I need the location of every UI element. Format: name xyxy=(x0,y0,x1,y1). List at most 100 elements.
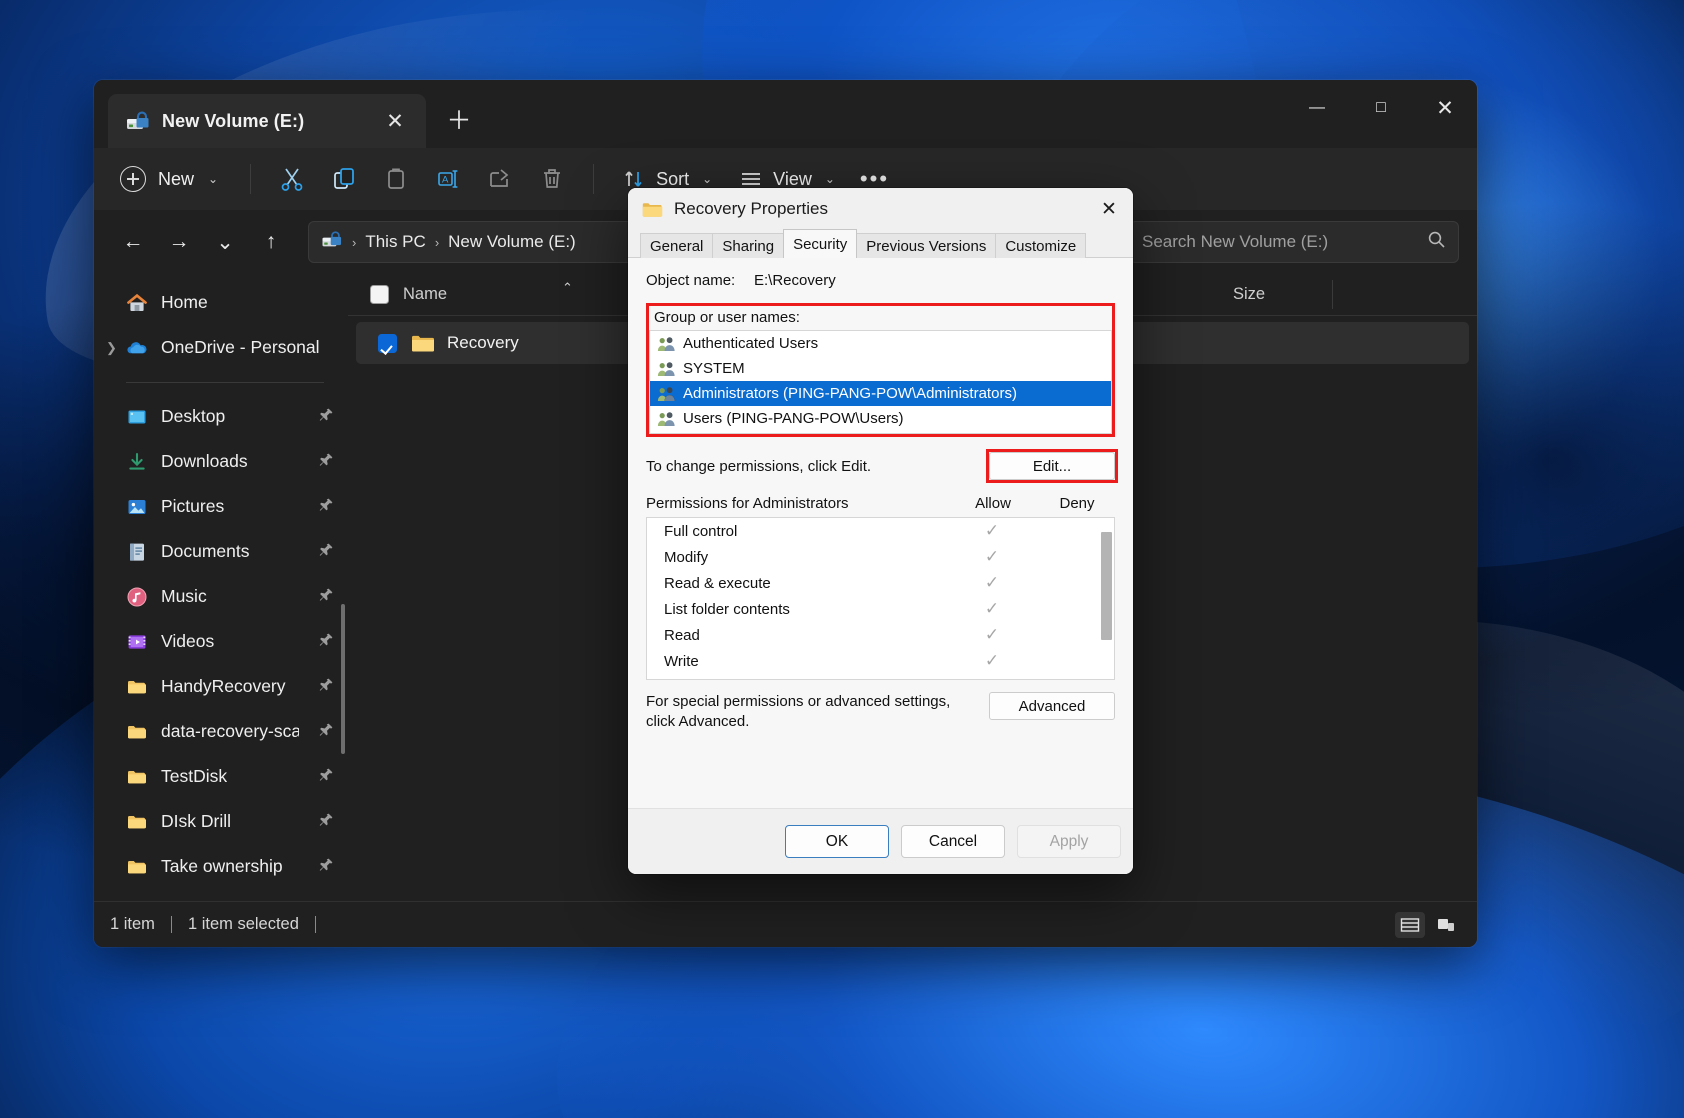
sidebar-item-music[interactable]: Music xyxy=(94,574,348,619)
delete-icon[interactable] xyxy=(527,157,577,201)
edit-button[interactable]: Edit... xyxy=(989,452,1115,480)
pin-icon[interactable] xyxy=(318,812,334,832)
object-name-row: Object name: E:\Recovery xyxy=(646,272,1115,289)
sidebar-scrollbar[interactable] xyxy=(341,604,345,754)
list-item-selected[interactable]: Administrators (PING-PANG-POW\Administra… xyxy=(650,381,1111,406)
advanced-button[interactable]: Advanced xyxy=(989,692,1115,720)
documents-icon xyxy=(126,541,148,563)
advanced-row: For special permissions or advanced sett… xyxy=(646,692,1115,732)
new-tab-icon[interactable]: ＋ xyxy=(442,104,476,138)
cut-icon[interactable] xyxy=(267,157,317,201)
pin-icon[interactable] xyxy=(318,722,334,742)
sidebar-item-pictures[interactable]: Pictures xyxy=(94,484,348,529)
permissions-scrollbar[interactable] xyxy=(1101,532,1112,640)
breadcrumb-item-new-volume[interactable]: New Volume (E:) xyxy=(448,232,576,252)
pin-icon[interactable] xyxy=(318,542,334,562)
pin-icon[interactable] xyxy=(318,677,334,697)
forward-button[interactable]: → xyxy=(158,221,200,263)
column-divider[interactable] xyxy=(1332,280,1333,309)
chevron-right-icon[interactable]: ❯ xyxy=(106,325,117,370)
allow-checkmark-icon[interactable]: ✓ xyxy=(946,521,1038,541)
sidebar-item-desktop[interactable]: Desktop xyxy=(94,394,348,439)
sidebar-item-disk-drill[interactable]: DIsk Drill xyxy=(94,799,348,844)
permission-row[interactable]: Read & execute ✓ xyxy=(647,570,1114,596)
list-item[interactable]: Authenticated Users xyxy=(650,331,1111,356)
allow-checkmark-icon[interactable]: ✓ xyxy=(946,573,1038,593)
breadcrumb-item-this-pc[interactable]: This PC xyxy=(365,232,425,252)
pin-icon[interactable] xyxy=(318,632,334,652)
permission-row[interactable]: Modify ✓ xyxy=(647,544,1114,570)
tab-security[interactable]: Security xyxy=(783,229,858,258)
permission-row[interactable]: List folder contents ✓ xyxy=(647,596,1114,622)
permission-row[interactable]: Full control ✓ xyxy=(647,518,1114,544)
allow-checkmark-icon[interactable]: ✓ xyxy=(946,547,1038,567)
permission-name: Read & execute xyxy=(664,574,771,592)
group-name: SYSTEM xyxy=(683,360,745,377)
close-window-button[interactable]: ✕ xyxy=(1413,80,1477,136)
large-icons-view-icon[interactable] xyxy=(1431,912,1461,938)
permissions-header-label: Permissions for Administrators xyxy=(646,495,849,512)
search-placeholder: Search New Volume (E:) xyxy=(1142,232,1329,251)
close-icon[interactable]: ✕ xyxy=(1085,188,1133,230)
view-switcher xyxy=(1395,911,1461,938)
group-or-user-names-list[interactable]: Authenticated Users SYSTEM Administrator… xyxy=(649,330,1112,434)
close-tab-icon[interactable]: ✕ xyxy=(378,104,412,138)
sidebar-item-onedrive[interactable]: ❯ OneDrive - Personal xyxy=(94,325,348,370)
ok-button[interactable]: OK xyxy=(785,825,889,858)
minimize-button[interactable]: — xyxy=(1285,80,1349,136)
details-view-icon[interactable] xyxy=(1395,911,1425,938)
permissions-list[interactable]: Full control ✓ Modify ✓ Read & execute ✓… xyxy=(646,517,1115,680)
sidebar-item-label: TestDisk xyxy=(161,766,228,786)
tab-sharing[interactable]: Sharing xyxy=(712,233,785,258)
allow-checkmark-icon[interactable]: ✓ xyxy=(946,599,1038,619)
sidebar-divider xyxy=(126,382,324,383)
tab-previous-versions[interactable]: Previous Versions xyxy=(856,233,997,258)
recent-locations-button[interactable]: ⌄ xyxy=(204,221,246,263)
sidebar-item-videos[interactable]: Videos xyxy=(94,619,348,664)
select-all-checkbox[interactable] xyxy=(370,285,389,304)
copy-icon[interactable] xyxy=(319,157,369,201)
sidebar-item-take-ownership[interactable]: Take ownership xyxy=(94,844,348,889)
search-icon[interactable] xyxy=(1427,230,1446,254)
permission-row[interactable]: Write ✓ xyxy=(647,648,1114,674)
pin-icon[interactable] xyxy=(318,452,334,472)
drive-unlocked-icon xyxy=(321,230,343,254)
cancel-button[interactable]: Cancel xyxy=(901,825,1005,858)
up-button[interactable]: ↑ xyxy=(250,221,292,263)
tab-general[interactable]: General xyxy=(640,233,714,258)
maximize-button[interactable]: □ xyxy=(1349,80,1413,136)
pin-icon[interactable] xyxy=(318,767,334,787)
sidebar-item-testdisk[interactable]: TestDisk xyxy=(94,754,348,799)
column-header-size[interactable]: Size xyxy=(1233,285,1265,304)
search-input[interactable]: Search New Volume (E:) xyxy=(1129,221,1459,263)
rename-icon[interactable]: A xyxy=(423,157,473,201)
list-item[interactable]: Users (PING-PANG-POW\Users) xyxy=(650,406,1111,431)
group-name: Authenticated Users xyxy=(683,335,819,352)
permission-row[interactable]: Read ✓ xyxy=(647,622,1114,648)
sidebar-item-documents[interactable]: Documents xyxy=(94,529,348,574)
list-item[interactable]: SYSTEM xyxy=(650,356,1111,381)
sidebar-item-downloads[interactable]: Downloads xyxy=(94,439,348,484)
desktop-icon xyxy=(126,406,148,428)
sidebar-item-home[interactable]: Home xyxy=(94,280,348,325)
new-button[interactable]: New ⌄ xyxy=(110,158,234,200)
row-checkbox[interactable] xyxy=(378,333,397,353)
tab-customize[interactable]: Customize xyxy=(995,233,1087,258)
paste-icon[interactable] xyxy=(371,157,421,201)
svg-text:A: A xyxy=(442,174,449,185)
divider xyxy=(593,164,595,194)
apply-button: Apply xyxy=(1017,825,1121,858)
back-button[interactable]: ← xyxy=(112,221,154,263)
pin-icon[interactable] xyxy=(318,407,334,427)
allow-checkmark-icon[interactable]: ✓ xyxy=(946,625,1038,645)
pin-icon[interactable] xyxy=(318,497,334,517)
sidebar-item-label: data-recovery-sca xyxy=(161,721,299,741)
pin-icon[interactable] xyxy=(318,857,334,877)
allow-checkmark-icon[interactable]: ✓ xyxy=(946,651,1038,671)
pin-icon[interactable] xyxy=(318,587,334,607)
share-icon[interactable] xyxy=(475,157,525,201)
sidebar-item-handyrecovery[interactable]: HandyRecovery xyxy=(94,664,348,709)
explorer-tab[interactable]: New Volume (E:) ✕ xyxy=(108,94,426,148)
edit-hint-text: To change permissions, click Edit. xyxy=(646,457,872,475)
sidebar-item-data-recovery-scan[interactable]: data-recovery-sca xyxy=(94,709,348,754)
